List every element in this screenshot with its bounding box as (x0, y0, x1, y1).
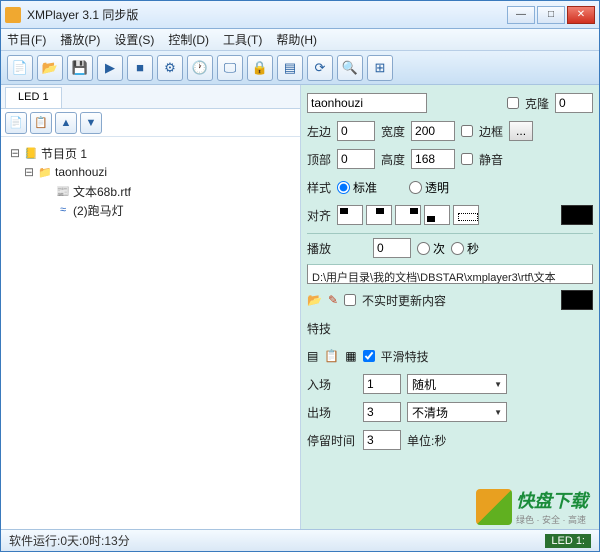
width-field[interactable] (411, 121, 455, 141)
border-checkbox[interactable] (461, 125, 473, 137)
tree-up-icon[interactable]: ▲ (55, 112, 77, 134)
stay-field[interactable] (363, 430, 401, 450)
tab-led1[interactable]: LED 1 (5, 87, 62, 108)
lock-icon[interactable]: 🔒 (247, 55, 273, 81)
properties-pane: 克隆 左边 宽度 边框 ... 顶部 高度 静音 样式 (301, 85, 599, 529)
name-field[interactable] (307, 93, 427, 113)
realtime-checkbox[interactable] (344, 294, 356, 306)
runtime-text: 软件运行:0天:0时:13分 (9, 532, 130, 549)
clone-checkbox[interactable] (507, 97, 519, 109)
left-label: 左边 (307, 123, 331, 140)
clone-value[interactable] (555, 93, 593, 113)
effects-label: 特技 (307, 320, 331, 337)
left-pane: LED 1 📄 📋 ▲ ▼ ⊟📒节目页 1 ⊟📁taonhouzi 📰文本68b… (1, 85, 301, 529)
stop-icon[interactable]: ■ (127, 55, 153, 81)
menu-settings[interactable]: 设置(S) (114, 31, 154, 48)
exit-field[interactable] (363, 402, 401, 422)
align-tr-button[interactable] (395, 205, 421, 225)
tree-copy-icon[interactable]: 📋 (30, 112, 52, 134)
tabs: LED 1 (1, 85, 300, 109)
save-icon[interactable]: 💾 (67, 55, 93, 81)
exit-select[interactable]: 不清场▼ (407, 402, 507, 422)
align-full-button[interactable] (453, 205, 479, 225)
menu-control[interactable]: 控制(D) (168, 31, 209, 48)
led-status: LED 1: (545, 534, 591, 548)
effect-icon-2[interactable]: 📋 (324, 349, 339, 363)
play-secs-radio[interactable] (451, 242, 464, 255)
new-icon[interactable]: 📄 (7, 55, 33, 81)
tree-leaf-2[interactable]: (2)跑马灯 (73, 202, 124, 219)
play-label: 播放 (307, 240, 331, 257)
border-label: 边框 (479, 123, 503, 140)
enter-select[interactable]: 随机▼ (407, 374, 507, 394)
smooth-label: 平滑特技 (381, 348, 429, 365)
tree-down-icon[interactable]: ▼ (80, 112, 102, 134)
realtime-label: 不实时更新内容 (362, 292, 446, 309)
style-transparent-radio[interactable] (409, 181, 422, 194)
open-icon[interactable]: 📂 (37, 55, 63, 81)
border-more-button[interactable]: ... (509, 121, 533, 141)
align-tl-button[interactable] (337, 205, 363, 225)
minimize-button[interactable]: — (507, 6, 535, 24)
toolbar: 📄 📂 💾 ▶ ■ ⚙ 🕐 🖵 🔒 ▤ ⟳ 🔍 ⊞ (1, 51, 599, 85)
left-field[interactable] (337, 121, 375, 141)
close-button[interactable]: ✕ (567, 6, 595, 24)
maximize-button[interactable]: □ (537, 6, 565, 24)
mute-label: 静音 (479, 151, 503, 168)
top-label: 顶部 (307, 151, 331, 168)
screen-icon[interactable]: 🖵 (217, 55, 243, 81)
list-icon[interactable]: ▤ (277, 55, 303, 81)
tree-new-icon[interactable]: 📄 (5, 112, 27, 134)
tree-node-1[interactable]: taonhouzi (55, 165, 107, 179)
align-tc-button[interactable] (366, 205, 392, 225)
unit-label: 单位:秒 (407, 432, 446, 449)
tree-root[interactable]: 节目页 1 (41, 145, 87, 162)
color-swatch[interactable] (561, 205, 593, 225)
file-path: D:\用户目录\我的文档\DBSTAR\xmplayer3\rtf\文本 (307, 264, 593, 284)
refresh-icon[interactable]: ⟳ (307, 55, 333, 81)
tree-toolbar: 📄 📋 ▲ ▼ (1, 109, 300, 137)
enter-label: 入场 (307, 376, 357, 393)
stay-label: 停留时间 (307, 432, 357, 449)
app-icon (5, 7, 21, 23)
menu-program[interactable]: 节目(F) (7, 31, 46, 48)
height-label: 高度 (381, 151, 405, 168)
titlebar: XMPlayer 3.1 同步版 — □ ✕ (1, 1, 599, 29)
folder-icon[interactable]: 📂 (307, 293, 322, 307)
clock-icon[interactable]: 🕐 (187, 55, 213, 81)
play-icon[interactable]: ▶ (97, 55, 123, 81)
play-times-radio[interactable] (417, 242, 430, 255)
tree-leaf-1[interactable]: 文本68b.rtf (73, 183, 131, 200)
search-icon[interactable]: 🔍 (337, 55, 363, 81)
menu-play[interactable]: 播放(P) (60, 31, 100, 48)
edit-icon[interactable]: ✎ (328, 293, 338, 307)
width-label: 宽度 (381, 123, 405, 140)
menu-tools[interactable]: 工具(T) (223, 31, 262, 48)
align-bl-button[interactable] (424, 205, 450, 225)
effect-icon-3[interactable]: ▦ (345, 349, 356, 363)
statusbar: 软件运行:0天:0时:13分 LED 1: (1, 529, 599, 551)
window-title: XMPlayer 3.1 同步版 (27, 6, 507, 23)
mute-checkbox[interactable] (461, 153, 473, 165)
gear-icon[interactable]: ⚙ (157, 55, 183, 81)
align-label: 对齐 (307, 207, 331, 224)
play-field[interactable] (373, 238, 411, 258)
height-field[interactable] (411, 149, 455, 169)
style-label: 样式 (307, 179, 331, 196)
exit-label: 出场 (307, 404, 357, 421)
menu-help[interactable]: 帮助(H) (276, 31, 317, 48)
effect-icon-1[interactable]: ▤ (307, 349, 318, 363)
top-field[interactable] (337, 149, 375, 169)
clone-label: 克隆 (525, 95, 549, 112)
menubar: 节目(F) 播放(P) 设置(S) 控制(D) 工具(T) 帮助(H) (1, 29, 599, 51)
style-standard-radio[interactable] (337, 181, 350, 194)
enter-field[interactable] (363, 374, 401, 394)
tree-view[interactable]: ⊟📒节目页 1 ⊟📁taonhouzi 📰文本68b.rtf ≈(2)跑马灯 (1, 137, 300, 529)
grid-icon[interactable]: ⊞ (367, 55, 393, 81)
smooth-checkbox[interactable] (363, 350, 375, 362)
color-swatch-2[interactable] (561, 290, 593, 310)
